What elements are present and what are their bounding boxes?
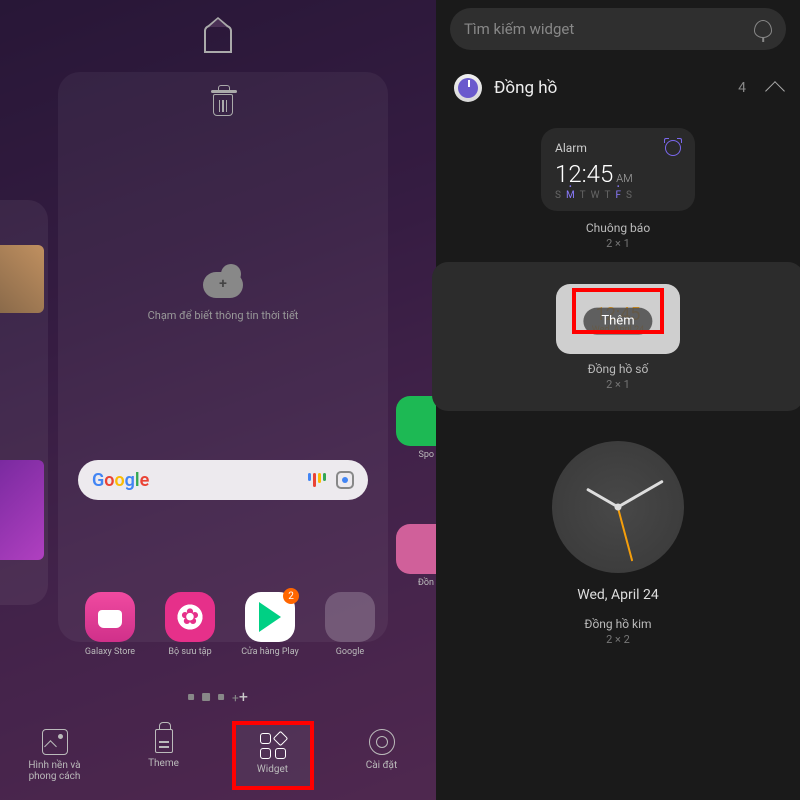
- widget-alarm[interactable]: Alarm 12:45AM SMTWTFS Chuông báo 2 × 1: [436, 112, 800, 262]
- wallpaper-icon: [42, 729, 68, 755]
- theme-button[interactable]: Theme: [123, 721, 205, 790]
- group-title: Đồng hồ: [494, 78, 726, 98]
- google-logo: Google: [92, 470, 149, 491]
- widget-icon: [260, 733, 286, 759]
- cloud-plus-icon: [203, 272, 243, 298]
- settings-button[interactable]: Cài đặt: [341, 721, 423, 790]
- widget-group-header[interactable]: Đồng hồ 4: [436, 64, 800, 112]
- app-play-store[interactable]: Cửa hàng Play: [238, 592, 302, 657]
- analog-date: Wed, April 24: [436, 587, 800, 603]
- widget-name: Đồng hồ số: [446, 362, 790, 376]
- alarm-icon: [665, 140, 681, 156]
- home-page-card[interactable]: Chạm để biết thông tin thời tiết Google …: [58, 72, 388, 642]
- lens-icon[interactable]: [336, 471, 354, 489]
- wallpaper-button[interactable]: Hình nền và phong cách: [14, 721, 96, 790]
- second-hand: [617, 507, 633, 561]
- weather-hint: Chạm để biết thông tin thời tiết: [123, 308, 323, 323]
- theme-icon: [155, 729, 173, 753]
- app-gallery[interactable]: Bộ sưu tập: [158, 592, 222, 657]
- gear-icon: [369, 729, 395, 755]
- alarm-days: SMTWTFS: [555, 190, 681, 201]
- play-icon: [245, 592, 295, 642]
- widget-name: Chuông báo: [450, 221, 786, 235]
- folder-icon: [325, 592, 375, 642]
- mic-icon[interactable]: [754, 20, 772, 38]
- widget-digital-clock[interactable]: 12:45 Wed, April 24 Thêm Đồng hồ số 2 × …: [432, 262, 800, 411]
- widget-name: Đồng hồ kim: [436, 617, 800, 631]
- page-indicator[interactable]: +: [188, 687, 248, 706]
- alarm-label: Alarm: [555, 141, 587, 155]
- analog-clock-preview: [552, 441, 684, 573]
- label-partial: Spo: [418, 450, 434, 460]
- app-google-folder[interactable]: Google: [318, 592, 382, 657]
- voice-icon[interactable]: [308, 473, 326, 487]
- app-galaxy-store[interactable]: Galaxy Store: [78, 592, 142, 657]
- widget-search-bar[interactable]: Tìm kiếm widget: [450, 8, 786, 50]
- google-search-bar[interactable]: Google: [78, 460, 368, 500]
- gallery-icon: [165, 592, 215, 642]
- store-icon: [85, 592, 135, 642]
- trash-icon[interactable]: [213, 94, 233, 116]
- editor-toolbar: Hình nền và phong cách Theme Widget Cài …: [0, 721, 436, 790]
- minute-hand: [617, 480, 664, 509]
- widget-size: 2 × 1: [450, 237, 786, 250]
- weather-widget[interactable]: Chạm để biết thông tin thời tiết: [123, 272, 323, 323]
- app-row: Galaxy Store Bộ sưu tập Cửa hàng Play Go…: [78, 592, 388, 657]
- home-editor-panel: Chạm để biết thông tin thời tiết Google …: [0, 0, 436, 800]
- group-count: 4: [738, 80, 746, 96]
- widget-picker-panel: Tìm kiếm widget Đồng hồ 4 Alarm 12:45AM …: [436, 0, 800, 800]
- next-page-edge[interactable]: [396, 396, 436, 652]
- widget-button[interactable]: Widget: [232, 721, 314, 790]
- widget-analog-clock[interactable]: Wed, April 24 Đồng hồ kim 2 × 2: [436, 417, 800, 658]
- thumbnail-photo: [0, 245, 44, 313]
- spotify-icon: [396, 396, 436, 446]
- home-icon[interactable]: [204, 25, 232, 53]
- hour-hand: [586, 488, 619, 509]
- chevron-up-icon: [765, 81, 785, 101]
- widget-size: 2 × 2: [436, 633, 800, 646]
- clock-app-icon: [454, 74, 482, 102]
- thumbnail-purple: [0, 460, 44, 560]
- label-partial: Đồn: [418, 578, 434, 588]
- widget-size: 2 × 1: [446, 378, 790, 391]
- app-icon-partial: [396, 524, 436, 574]
- search-placeholder: Tìm kiếm widget: [464, 20, 754, 38]
- highlight-annotation: [572, 288, 664, 334]
- alarm-preview: Alarm 12:45AM SMTWTFS: [541, 128, 695, 211]
